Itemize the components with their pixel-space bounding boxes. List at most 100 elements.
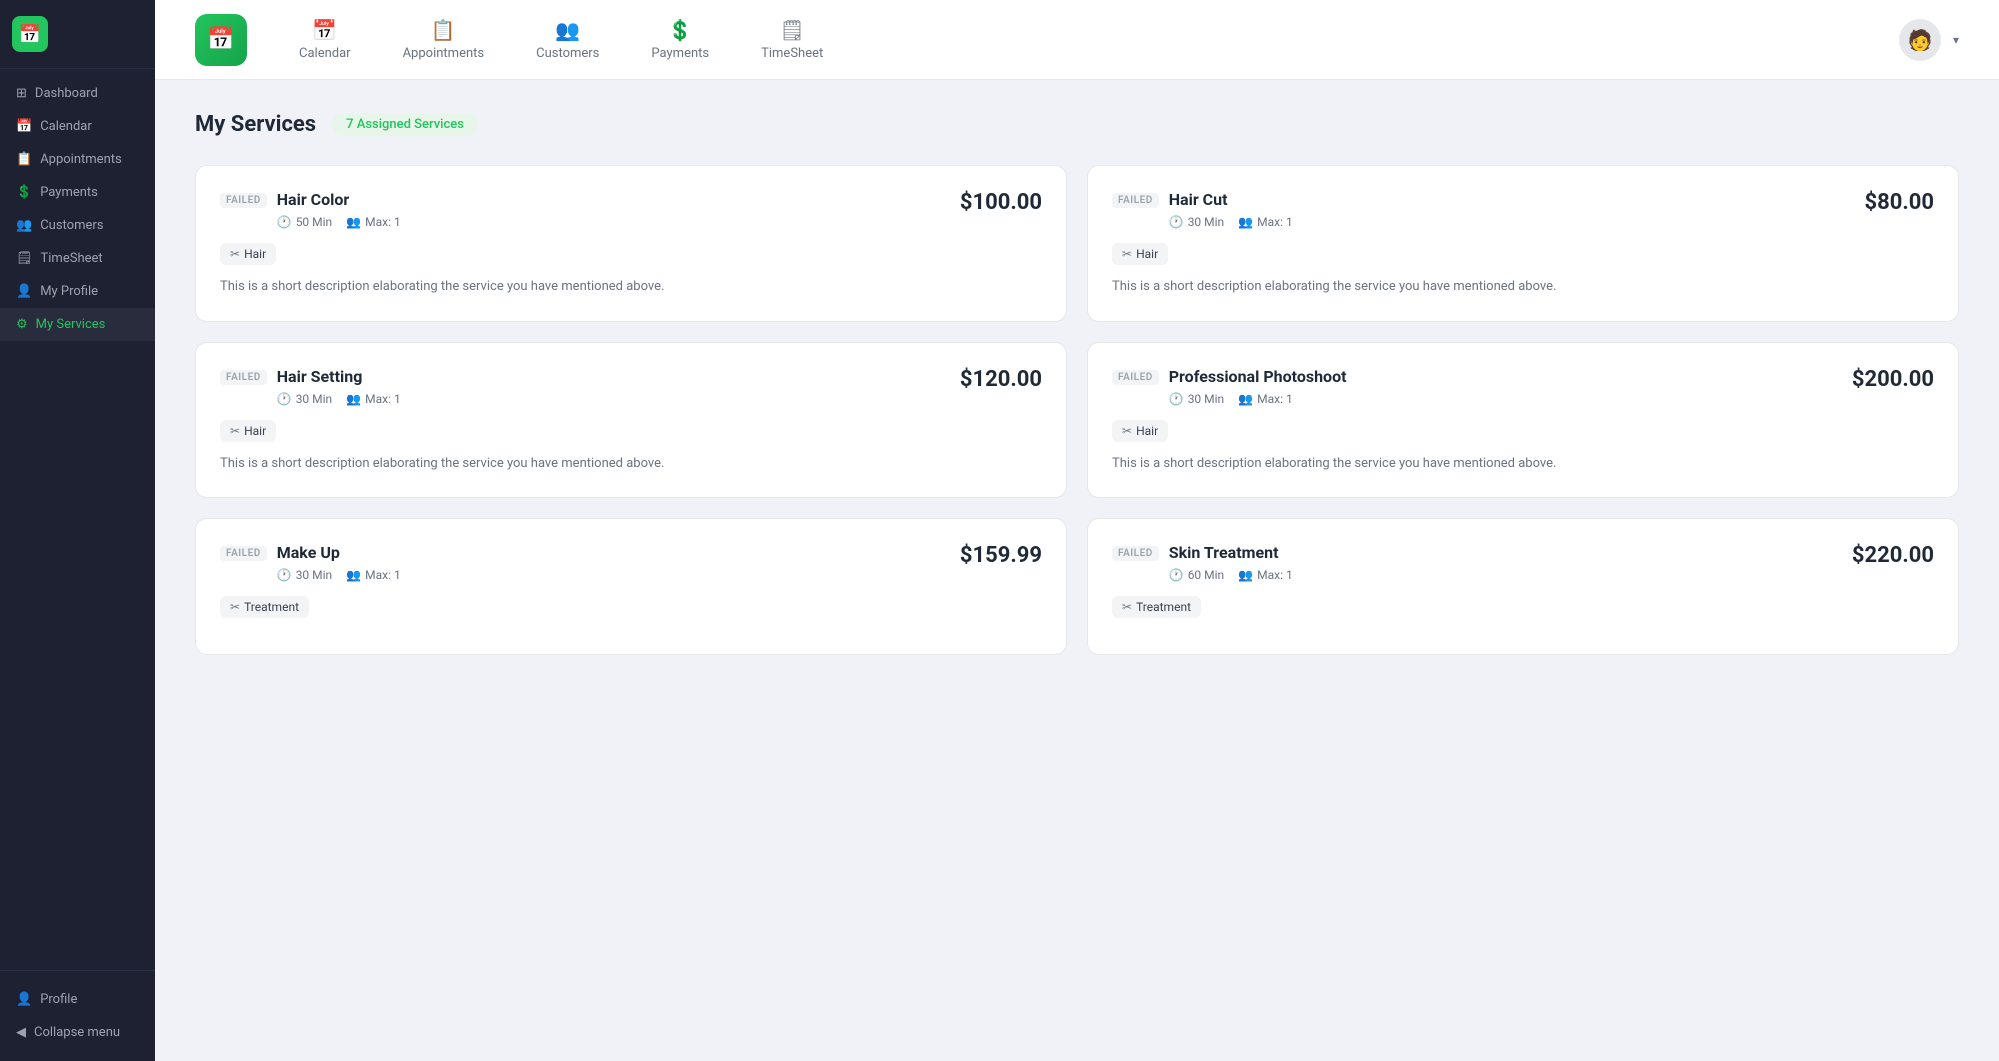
sidebar-item-appointments[interactable]: 📋 Appointments <box>0 143 155 176</box>
card-meta: 🕐 30 Min 👥 Max: 1 <box>277 392 401 406</box>
tag-icon: ✂ <box>1122 600 1132 614</box>
users-icon: 👥 <box>1238 568 1253 582</box>
chevron-down-icon[interactable]: ▾ <box>1953 33 1959 47</box>
failed-badge: FAILED <box>220 193 267 208</box>
duration-meta: 🕐 30 Min <box>1169 215 1224 229</box>
max-meta: 👥 Max: 1 <box>346 215 401 229</box>
service-card-hair-cut: FAILED Hair Cut 🕐 30 Min 👥 Max: 1 $80.00… <box>1087 165 1959 322</box>
tag-icon: ✂ <box>1122 424 1132 438</box>
top-nav: 📅 📅 Calendar 📋 Appointments 👥 Customers … <box>155 0 1999 80</box>
sidebar-item-customers[interactable]: 👥 Customers <box>0 209 155 242</box>
users-icon: 👥 <box>346 568 361 582</box>
payments-icon: 💲 <box>16 185 32 200</box>
service-card-hair-setting: FAILED Hair Setting 🕐 30 Min 👥 Max: 1 $1… <box>195 342 1067 499</box>
failed-badge: FAILED <box>1112 193 1159 208</box>
top-nav-calendar[interactable]: 📅 Calendar <box>275 8 375 71</box>
duration-meta: 🕐 30 Min <box>1169 392 1224 406</box>
card-info: Hair Setting 🕐 30 Min 👥 Max: 1 <box>277 367 401 406</box>
page-title: My Services <box>195 112 316 137</box>
card-top: FAILED Make Up 🕐 30 Min 👥 Max: 1 $159.99 <box>220 543 1042 582</box>
page-header: My Services 7 Assigned Services <box>195 112 1959 137</box>
service-card-skin-treatment: FAILED Skin Treatment 🕐 60 Min 👥 Max: 1 … <box>1087 518 1959 655</box>
card-price: $80.00 <box>1865 190 1935 215</box>
card-tag: ✂ Hair <box>220 420 276 442</box>
card-tag: ✂ Treatment <box>1112 596 1201 618</box>
users-icon: 👥 <box>346 215 361 229</box>
card-price: $200.00 <box>1852 367 1934 392</box>
card-info: Hair Cut 🕐 30 Min 👥 Max: 1 <box>1169 190 1293 229</box>
tag-label: Treatment <box>244 600 299 614</box>
failed-badge: FAILED <box>220 546 267 561</box>
collapse-icon: ◀ <box>16 1025 26 1040</box>
top-nav-left: 📅 📅 Calendar 📋 Appointments 👥 Customers … <box>195 8 847 71</box>
card-title: Hair Setting <box>277 367 401 386</box>
tag-icon: ✂ <box>230 600 240 614</box>
service-card-hair-color: FAILED Hair Color 🕐 50 Min 👥 Max: 1 $100… <box>195 165 1067 322</box>
card-desc: This is a short description elaborating … <box>220 277 1042 297</box>
app-logo: 📅 <box>195 14 247 66</box>
tag-label: Treatment <box>1136 600 1191 614</box>
appointments-nav-icon: 📋 <box>431 18 456 42</box>
sidebar-logo: 📅 <box>0 0 155 69</box>
payments-nav-icon: 💲 <box>668 18 693 42</box>
clock-icon: 🕐 <box>277 392 292 406</box>
dashboard-icon: ⊞ <box>16 86 27 101</box>
failed-badge: FAILED <box>1112 546 1159 561</box>
top-nav-right: 🧑 ▾ <box>1899 19 1959 61</box>
calendar-icon: 📅 <box>16 119 32 134</box>
card-meta: 🕐 30 Min 👥 Max: 1 <box>277 568 401 582</box>
tag-label: Hair <box>1136 424 1158 438</box>
service-card-make-up: FAILED Make Up 🕐 30 Min 👥 Max: 1 $159.99… <box>195 518 1067 655</box>
sidebar-item-my-services[interactable]: ⚙ My Services <box>0 308 155 341</box>
clock-icon: 🕐 <box>1169 392 1184 406</box>
top-nav-customers[interactable]: 👥 Customers <box>512 8 623 71</box>
sidebar-item-my-profile[interactable]: 👤 My Profile <box>0 275 155 308</box>
card-title: Professional Photoshoot <box>1169 367 1347 386</box>
card-left: FAILED Hair Color 🕐 50 Min 👥 Max: 1 <box>220 190 401 229</box>
card-info: Make Up 🕐 30 Min 👥 Max: 1 <box>277 543 401 582</box>
card-tag: ✂ Treatment <box>220 596 309 618</box>
clock-icon: 🕐 <box>277 568 292 582</box>
card-meta: 🕐 60 Min 👥 Max: 1 <box>1169 568 1293 582</box>
calendar-nav-icon: 📅 <box>312 18 337 42</box>
card-top: FAILED Hair Color 🕐 50 Min 👥 Max: 1 $100… <box>220 190 1042 229</box>
sidebar-item-dashboard[interactable]: ⊞ Dashboard <box>0 77 155 110</box>
top-nav-appointments[interactable]: 📋 Appointments <box>379 8 509 71</box>
card-left: FAILED Hair Setting 🕐 30 Min 👥 Max: 1 <box>220 367 401 406</box>
tag-icon: ✂ <box>230 424 240 438</box>
card-left: FAILED Skin Treatment 🕐 60 Min 👥 Max: 1 <box>1112 543 1293 582</box>
profile-icon: 👤 <box>16 992 32 1007</box>
tag-icon: ✂ <box>1122 247 1132 261</box>
card-price: $100.00 <box>960 190 1042 215</box>
tag-label: Hair <box>244 247 266 261</box>
sidebar-bottom: 👤 Profile ◀ Collapse menu <box>0 970 155 1061</box>
card-title: Make Up <box>277 543 401 562</box>
max-meta: 👥 Max: 1 <box>1238 215 1293 229</box>
customers-icon: 👥 <box>16 218 32 233</box>
max-meta: 👥 Max: 1 <box>1238 568 1293 582</box>
card-tag: ✂ Hair <box>1112 420 1168 442</box>
top-nav-timesheet[interactable]: 🗒 TimeSheet <box>737 8 847 71</box>
card-price: $120.00 <box>960 367 1042 392</box>
card-top: FAILED Hair Cut 🕐 30 Min 👥 Max: 1 $80.00 <box>1112 190 1934 229</box>
users-icon: 👥 <box>346 392 361 406</box>
sidebar-item-timesheet[interactable]: 🗒 TimeSheet <box>0 242 155 275</box>
max-meta: 👥 Max: 1 <box>346 568 401 582</box>
sidebar-item-calendar[interactable]: 📅 Calendar <box>0 110 155 143</box>
main-area: 📅 📅 Calendar 📋 Appointments 👥 Customers … <box>155 0 1999 1061</box>
failed-badge: FAILED <box>220 370 267 385</box>
card-meta: 🕐 30 Min 👥 Max: 1 <box>1169 392 1347 406</box>
sidebar-item-profile[interactable]: 👤 Profile <box>0 983 155 1016</box>
sidebar-item-payments[interactable]: 💲 Payments <box>0 176 155 209</box>
max-meta: 👥 Max: 1 <box>1238 392 1293 406</box>
users-icon: 👥 <box>1238 215 1253 229</box>
tag-icon: ✂ <box>230 247 240 261</box>
duration-meta: 🕐 60 Min <box>1169 568 1224 582</box>
services-grid: FAILED Hair Color 🕐 50 Min 👥 Max: 1 $100… <box>195 165 1959 655</box>
card-info: Professional Photoshoot 🕐 30 Min 👥 Max: … <box>1169 367 1347 406</box>
sidebar-item-collapse[interactable]: ◀ Collapse menu <box>0 1016 155 1049</box>
appointments-icon: 📋 <box>16 152 32 167</box>
sidebar: 📅 ⊞ Dashboard 📅 Calendar 📋 Appointments … <box>0 0 155 1061</box>
avatar[interactable]: 🧑 <box>1899 19 1941 61</box>
top-nav-payments[interactable]: 💲 Payments <box>627 8 733 71</box>
